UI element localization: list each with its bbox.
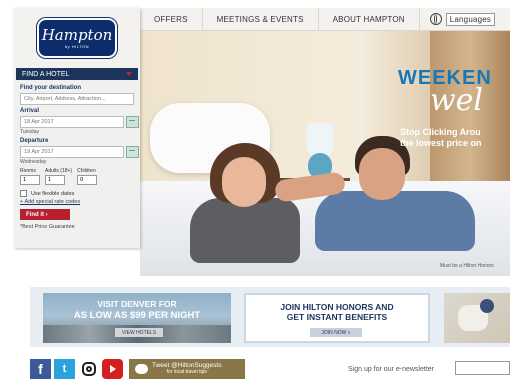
language-selector[interactable]: Languages — [420, 8, 501, 30]
arrival-date-value: 18 Apr 2017 — [24, 119, 54, 125]
promo-denver-line2: AS LOW AS $99 PER NIGHT — [73, 310, 201, 321]
departure-date-input[interactable]: 19 Apr 2017 — [20, 146, 139, 158]
logo-sub: by HILTON — [64, 43, 90, 49]
globe-icon — [429, 13, 442, 25]
children-select[interactable]: 0 — [77, 175, 98, 185]
find-it-label: Find it — [26, 211, 44, 218]
hero-fineprint: Must be a Hilton Honors — [440, 263, 494, 269]
hero-subline: Stop Clicking Arou the lowest price on — [400, 127, 482, 149]
hero-banner[interactable]: WEEKEN wel Stop Clicking Arou the lowest… — [140, 31, 510, 276]
departure-day: Wednesday — [20, 159, 47, 165]
social-links: f t Tweet @HiltonSuggests for local trav… — [30, 359, 245, 379]
hampton-logo[interactable]: Hampton by HILTON — [37, 18, 117, 58]
tweet-line2: for local travel tips — [166, 369, 207, 375]
special-rate-link[interactable]: + Add special rate codes — [20, 199, 134, 205]
adults-label: Adults (18+) — [45, 168, 73, 174]
adults-select[interactable]: 1 — [45, 175, 65, 185]
top-nav: OFFERS MEETINGS & EVENTS ABOUT HAMPTON L… — [140, 8, 510, 31]
find-hotel-label: FIND A HOTEL — [22, 70, 70, 78]
flexible-dates-checkbox[interactable] — [20, 190, 27, 197]
language-dropdown[interactable]: Languages — [445, 12, 496, 26]
join-now-button[interactable]: JOIN NOW » — [310, 328, 362, 337]
rooms-label: Rooms — [20, 168, 36, 174]
hero-woman — [190, 143, 310, 263]
triangle-down-icon — [126, 72, 132, 76]
destination-input[interactable]: City, Airport, Address, Attraction... — [20, 93, 134, 105]
occupancy-row: Rooms 1 Adults (18+) 1 Children 0 — [20, 168, 134, 185]
nav-offers[interactable]: OFFERS — [140, 8, 203, 30]
promo-honors-line2: GET INSTANT BENEFITS — [286, 312, 388, 322]
promo-hilton-honors[interactable]: JOIN HILTON HONORS AND GET INSTANT BENEF… — [244, 293, 430, 343]
departure-label: Departure — [20, 138, 49, 144]
logo-name: Hampton — [41, 25, 113, 44]
best-price-guarantee[interactable]: *Best Price Guarantee — [20, 224, 134, 230]
departure-date-value: 19 Apr 2017 — [24, 149, 54, 155]
logo-area: Hampton by HILTON — [14, 8, 140, 68]
chevron-right-icon: › — [44, 211, 48, 218]
tweet-hilton-suggests[interactable]: Tweet @HiltonSuggests for local travel t… — [129, 359, 245, 379]
calendar-icon[interactable] — [126, 116, 139, 128]
destination-label: Find your destination — [20, 85, 81, 91]
special-rate-label: Add special rate codes — [24, 199, 81, 205]
newsletter-label: Sign up for our e-newsletter — [348, 366, 434, 373]
booking-panel: Hampton by HILTON FIND A HOTEL Find your… — [14, 8, 140, 248]
promo-honors-line1: JOIN HILTON HONORS AND — [280, 302, 394, 312]
arrival-date-input[interactable]: 18 Apr 2017 — [20, 116, 139, 128]
flexible-dates-label: Use flexible dates — [31, 190, 75, 197]
promo-denver[interactable]: VISIT DENVER FOR AS LOW AS $99 PER NIGHT… — [43, 293, 231, 343]
rooms-select[interactable]: 1 — [20, 175, 40, 185]
nav-about-hampton[interactable]: ABOUT HAMPTON — [319, 8, 420, 30]
arrival-label: Arrival — [20, 108, 40, 114]
flexible-dates-option[interactable]: Use flexible dates — [20, 190, 134, 197]
promo-denver-line1: VISIT DENVER FOR — [97, 299, 177, 309]
hero-subline-1: Stop Clicking Arou — [400, 127, 481, 137]
instagram-icon[interactable] — [78, 359, 99, 379]
tweet-line1: Tweet @HiltonSuggests — [152, 362, 222, 369]
calendar-icon[interactable] — [126, 146, 139, 158]
arrival-day: Tuesday — [20, 129, 39, 135]
facebook-icon[interactable]: f — [30, 359, 51, 379]
twitter-icon[interactable]: t — [54, 359, 75, 379]
hero-subline-2: the lowest price on — [400, 138, 482, 148]
find-it-button[interactable]: Find it › — [20, 209, 70, 220]
booking-form: Find your destination City, Airport, Add… — [14, 80, 140, 232]
nav-meetings-events[interactable]: MEETINGS & EVENTS — [203, 8, 319, 30]
tweet-text: Tweet @HiltonSuggests for local travel t… — [152, 362, 221, 376]
promo-third[interactable] — [444, 293, 510, 343]
youtube-icon[interactable] — [102, 359, 123, 379]
hero-script-headline: wel — [430, 83, 484, 118]
find-hotel-header[interactable]: FIND A HOTEL — [16, 68, 138, 80]
hero-man — [273, 136, 475, 256]
newsletter-email-input[interactable] — [455, 361, 510, 375]
speech-bubble-icon — [135, 364, 148, 374]
children-label: Children — [77, 168, 96, 174]
promo-third-figure — [480, 299, 494, 313]
view-hotels-button[interactable]: VIEW HOTELS — [115, 328, 163, 337]
